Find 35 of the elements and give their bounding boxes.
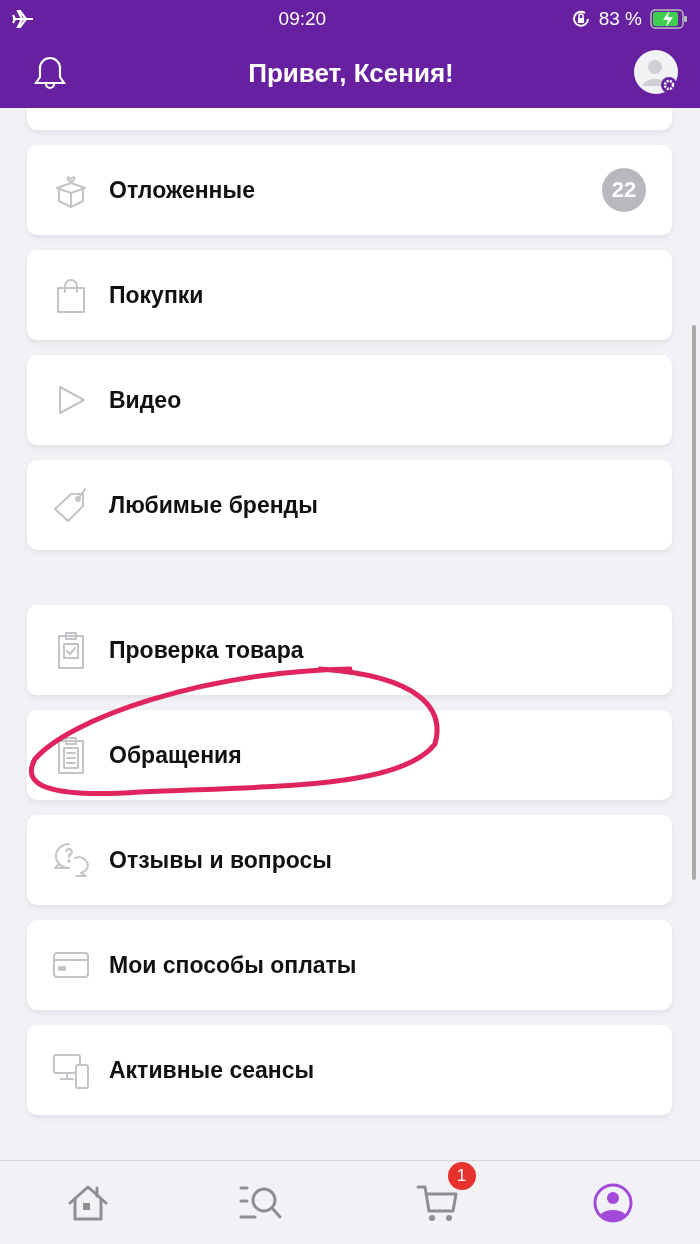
airplane-icon (12, 10, 34, 28)
menu-item[interactable]: Обращения (27, 710, 672, 800)
menu-item-label: Мои способы оплаты (109, 951, 358, 979)
profile-icon (592, 1182, 633, 1223)
menu-item-label: Обращения (109, 741, 243, 769)
menu-item[interactable]: Видео (27, 355, 672, 445)
count-badge: 22 (602, 168, 646, 212)
battery-icon (650, 9, 688, 29)
menu-item-label: Видео (109, 386, 183, 414)
chat-bubbles-icon (51, 840, 91, 880)
menu-item[interactable]: Любимые бренды (27, 460, 672, 550)
menu-item-label: Отзывы и вопросы (109, 846, 333, 874)
bell-icon[interactable] (32, 55, 68, 91)
menu-item-label: Покупки (109, 281, 205, 309)
tab-bar-button[interactable] (415, 1183, 460, 1222)
menu-item[interactable]: Мои способы оплаты (27, 920, 672, 1010)
tab-bar-button[interactable] (66, 1183, 109, 1222)
menu-item-label: Любимые бренды (109, 491, 319, 519)
status-time: 09:20 (278, 8, 327, 30)
header-title: Привет, Ксения! (248, 57, 454, 89)
battery-percent: 83 % (598, 8, 642, 30)
cart-count-badge: 1 (447, 1161, 476, 1190)
menu-item-label: Отложенные (109, 176, 256, 204)
menu-item[interactable]: Отложенные 22 (27, 145, 672, 235)
cart-icon (415, 1183, 460, 1222)
menu-item-label: Активные сеансы (109, 1056, 316, 1084)
menu-item[interactable]: Активные сеансы (27, 1025, 672, 1115)
menu-item[interactable]: Покупки (27, 250, 672, 340)
home-icon (66, 1183, 109, 1222)
menu-item[interactable]: Отзывы и вопросы (27, 815, 672, 905)
tab-bar-button[interactable] (592, 1182, 633, 1223)
avatar-settings-icon[interactable] (634, 50, 680, 96)
rotation-lock-icon (570, 9, 591, 29)
menu-item[interactable]: Проверка товара (27, 605, 672, 695)
menu-item-label: Проверка товара (109, 636, 305, 664)
